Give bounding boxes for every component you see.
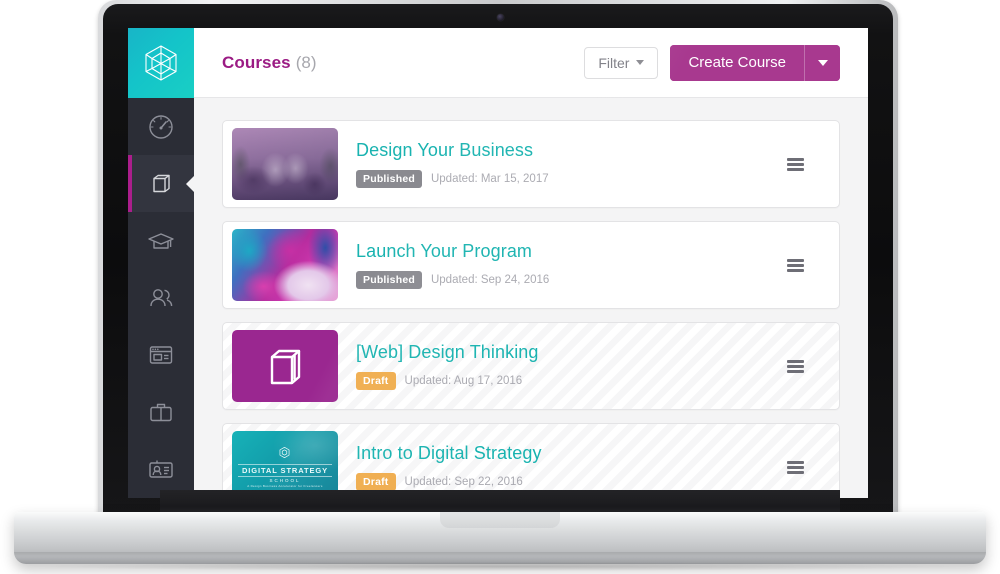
dss-subtitle: SCHOOL bbox=[269, 477, 301, 483]
page-count: (8) bbox=[295, 52, 317, 72]
filter-button-label: Filter bbox=[598, 54, 630, 71]
sidebar-item-contacts[interactable] bbox=[128, 440, 194, 497]
book-placeholder-icon bbox=[270, 349, 301, 385]
app-logo[interactable] bbox=[128, 28, 194, 98]
sidebar-item-pages[interactable] bbox=[128, 326, 194, 383]
hamburger-line bbox=[786, 258, 804, 262]
digital-strategy-school-artwork: DIGITAL STRATEGY SCHOOL A Design Busines… bbox=[237, 446, 333, 489]
main-area: Courses (8) Filter Create Course Design … bbox=[194, 28, 868, 498]
status-badge: Published bbox=[356, 271, 422, 289]
course-thumbnail: DIGITAL STRATEGY SCHOOL A Design Busines… bbox=[232, 431, 338, 498]
top-bar: Courses (8) Filter Create Course bbox=[194, 28, 868, 98]
speedometer-icon bbox=[149, 114, 173, 139]
sidebar-item-users[interactable] bbox=[128, 269, 194, 326]
course-info: Intro to Digital Strategy Draft Updated:… bbox=[338, 443, 775, 491]
updated-date: Updated: Mar 15, 2017 bbox=[430, 173, 549, 185]
dss-tagline: A Design Business Accelerator for Freela… bbox=[247, 484, 323, 489]
icosahedron-logo-icon bbox=[280, 446, 290, 458]
hamburger-line bbox=[786, 470, 804, 474]
sidebar-item-courses[interactable] bbox=[128, 155, 195, 212]
course-meta: Published Updated: Mar 15, 2017 bbox=[356, 170, 775, 188]
course-list: Design Your Business Published Updated: … bbox=[194, 98, 868, 498]
users-icon bbox=[150, 288, 173, 306]
hamburger-line bbox=[786, 364, 804, 368]
chevron-down-icon bbox=[636, 60, 645, 65]
course-info: Launch Your Program Published Updated: S… bbox=[338, 241, 775, 289]
hamburger-line bbox=[786, 162, 804, 166]
updated-date: Updated: Sep 22, 2016 bbox=[404, 476, 523, 488]
course-title[interactable]: Intro to Digital Strategy bbox=[356, 443, 775, 464]
webcam-icon bbox=[497, 14, 504, 21]
hamburger-line bbox=[786, 263, 804, 267]
course-card[interactable]: [Web] Design Thinking Draft Updated: Aug… bbox=[222, 322, 840, 410]
hamburger-line bbox=[786, 268, 804, 272]
abstract-paint-image bbox=[232, 229, 338, 301]
hamburger-line bbox=[786, 369, 804, 373]
id-badge-icon bbox=[149, 460, 173, 478]
dss-title: DIGITAL STRATEGY bbox=[237, 464, 333, 477]
course-title[interactable]: Launch Your Program bbox=[356, 241, 775, 262]
course-meta: Draft Updated: Sep 22, 2016 bbox=[356, 473, 775, 491]
course-card[interactable]: Design Your Business Published Updated: … bbox=[222, 120, 840, 208]
laptop-base-notch bbox=[440, 512, 560, 528]
course-meta: Published Updated: Sep 24, 2016 bbox=[356, 271, 775, 289]
course-card[interactable]: DIGITAL STRATEGY SCHOOL A Design Busines… bbox=[222, 423, 840, 498]
hamburger-line bbox=[786, 157, 804, 161]
updated-date: Updated: Aug 17, 2016 bbox=[404, 375, 523, 387]
briefcase-icon bbox=[150, 403, 172, 421]
create-course-dropdown-toggle[interactable] bbox=[804, 44, 840, 81]
sidebar-item-dashboard[interactable] bbox=[128, 98, 194, 155]
hamburger-line bbox=[786, 167, 804, 171]
graduation-cap-icon bbox=[148, 232, 174, 249]
status-badge: Published bbox=[356, 170, 422, 188]
create-course-button[interactable]: Create Course bbox=[670, 44, 804, 81]
workshop-photo-image bbox=[232, 128, 338, 200]
sidebar-item-products[interactable] bbox=[128, 383, 194, 440]
page-title: Courses bbox=[222, 52, 291, 72]
sidebar bbox=[128, 28, 195, 498]
browser-window-icon bbox=[149, 345, 173, 364]
page-title-group: Courses (8) bbox=[222, 53, 317, 73]
course-menu-handle[interactable] bbox=[775, 258, 815, 272]
updated-date: Updated: Sep 24, 2016 bbox=[430, 274, 550, 286]
laptop-base-seam bbox=[14, 552, 986, 556]
laptop-shadow bbox=[40, 562, 960, 571]
course-menu-handle[interactable] bbox=[775, 157, 815, 171]
course-title[interactable]: [Web] Design Thinking bbox=[356, 342, 775, 363]
filter-button[interactable]: Filter bbox=[584, 46, 659, 79]
course-info: Design Your Business Published Updated: … bbox=[338, 140, 775, 188]
hamburger-line bbox=[786, 465, 804, 469]
course-title[interactable]: Design Your Business bbox=[356, 140, 775, 161]
laptop-mockup: Courses (8) Filter Create Course Design … bbox=[0, 0, 1000, 574]
status-badge: Draft bbox=[356, 372, 396, 390]
hamburger-line bbox=[786, 460, 804, 464]
course-info: [Web] Design Thinking Draft Updated: Aug… bbox=[338, 342, 775, 390]
hamburger-line bbox=[786, 359, 804, 363]
create-course-split-button: Create Course bbox=[670, 44, 840, 81]
course-menu-handle[interactable] bbox=[775, 359, 815, 373]
course-thumbnail bbox=[232, 128, 338, 200]
course-card[interactable]: Launch Your Program Published Updated: S… bbox=[222, 221, 840, 309]
course-thumbnail bbox=[232, 229, 338, 301]
course-meta: Draft Updated: Aug 17, 2016 bbox=[356, 372, 775, 390]
book-icon bbox=[153, 174, 170, 192]
course-menu-handle[interactable] bbox=[775, 460, 815, 474]
chevron-down-icon bbox=[817, 59, 828, 66]
status-badge: Draft bbox=[356, 473, 396, 491]
icosahedron-logo-icon bbox=[145, 45, 177, 81]
course-thumbnail bbox=[232, 330, 338, 402]
sidebar-item-students[interactable] bbox=[128, 212, 194, 269]
screen-viewport: Courses (8) Filter Create Course Design … bbox=[128, 28, 868, 498]
app-root: Courses (8) Filter Create Course Design … bbox=[128, 28, 868, 498]
